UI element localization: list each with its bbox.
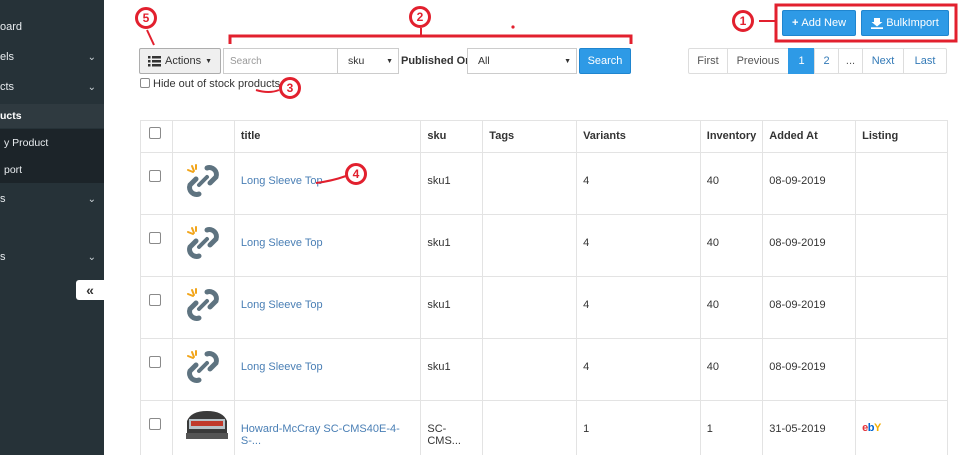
sidebar-item-label: ucts	[0, 110, 22, 122]
double-chevron-left-icon: «	[86, 282, 94, 298]
annotation-box-1	[774, 3, 958, 43]
sidebar-item-label: cts	[0, 81, 15, 93]
sidebar-item-channels[interactable]: els ⌄	[0, 42, 104, 72]
annotation-badge-4: 4	[345, 163, 367, 185]
annotation-badge-5: 5	[135, 7, 157, 29]
sidebar-item-section-b[interactable]: s ⌄	[0, 242, 104, 272]
annotation-badge-1: 1	[732, 10, 754, 32]
sidebar-item-label: s	[0, 251, 6, 263]
collapse-sidebar-button[interactable]: «	[76, 280, 104, 300]
sidebar-item-products-group[interactable]: cts ⌄	[0, 72, 104, 102]
sidebar-item-products[interactable]: ucts	[0, 104, 104, 128]
annotation-pointer-3	[255, 89, 280, 93]
annotation-badge-3: 3	[279, 77, 301, 99]
sidebar-item-label: oard	[0, 21, 23, 33]
sidebar: oard els ⌄ cts ⌄ ucts y Product port s ⌄…	[0, 0, 104, 455]
annotation-pointer-4	[315, 175, 347, 184]
annotation-dot	[511, 25, 515, 29]
sidebar-item-new-product[interactable]: y Product	[0, 129, 104, 156]
annotation-pointer-5	[146, 29, 155, 46]
annotation-bracket-2	[228, 34, 633, 44]
chevron-down-icon: ⌄	[87, 51, 96, 63]
chevron-down-icon: ⌄	[87, 193, 96, 205]
sidebar-item-label: y Product	[4, 136, 49, 149]
chevron-down-icon: ⌄	[87, 81, 96, 93]
sidebar-item-label: s	[0, 193, 6, 205]
annotation-overlay	[146, 3, 958, 184]
annotation-badge-2: 2	[409, 6, 431, 28]
sidebar-item-dashboard[interactable]: oard	[0, 12, 104, 42]
sidebar-item-label: port	[4, 163, 23, 176]
main-content: Actions ▼ Search sku ▼ Published On All …	[104, 0, 964, 455]
sidebar-item-import[interactable]: port	[0, 156, 104, 183]
chevron-down-icon: ⌄	[87, 251, 96, 263]
sidebar-item-label: els	[0, 51, 15, 63]
sidebar-item-section-a[interactable]: s ⌄	[0, 184, 104, 214]
